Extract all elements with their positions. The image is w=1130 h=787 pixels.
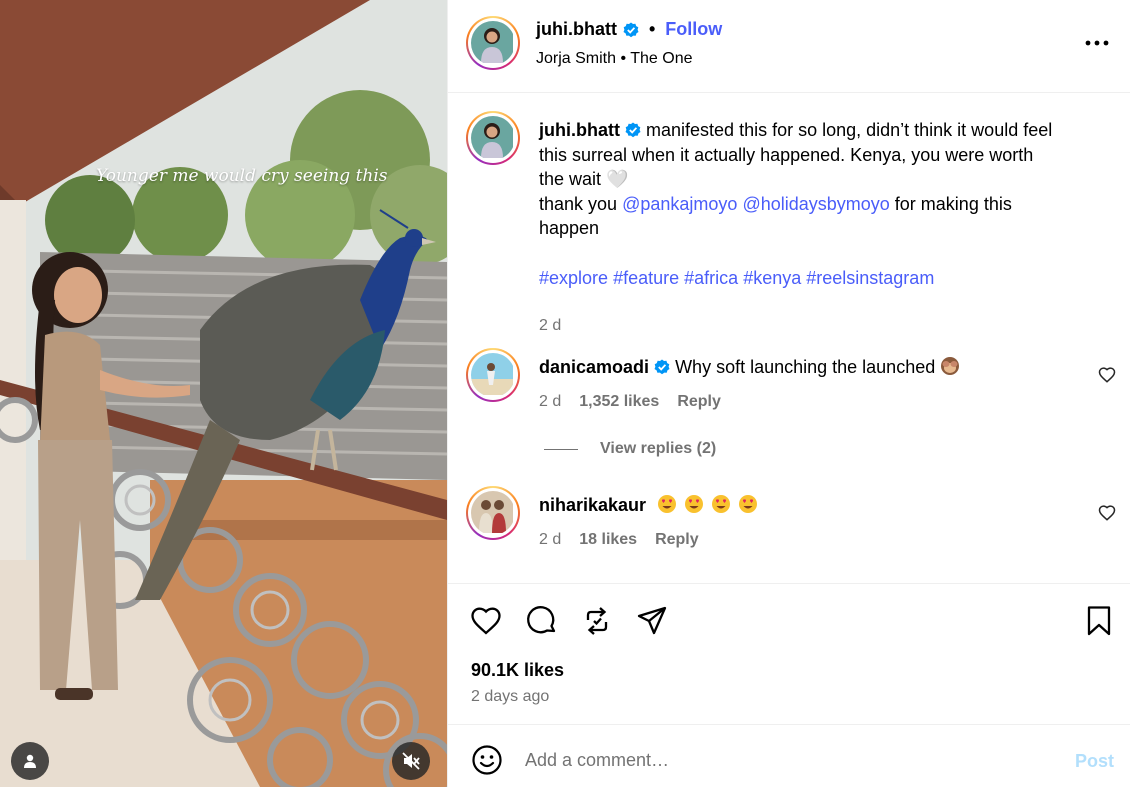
tagged-users-button[interactable]	[11, 742, 49, 780]
mention-link[interactable]: @pankajmoyo	[622, 194, 737, 214]
white-heart-emoji: 🤍	[606, 169, 629, 190]
paper-plane-icon[interactable]	[635, 604, 669, 638]
repost-icon[interactable]	[580, 604, 614, 638]
comment-likes[interactable]: 18 likes	[579, 531, 637, 549]
reel-video[interactable]: Younger me would cry seeing this	[0, 0, 447, 787]
post-header: juhi.bhatt • Follow Jorja Smith • The On…	[448, 0, 1130, 93]
reply-button[interactable]: Reply	[655, 531, 699, 549]
verified-badge-icon	[623, 22, 639, 37]
post-details-panel: juhi.bhatt • Follow Jorja Smith • The On…	[447, 0, 1130, 787]
user-tag-icon	[24, 754, 36, 768]
caption-thanks: thank you	[539, 193, 618, 214]
post-comment-button[interactable]: Post	[1075, 751, 1114, 772]
comments-list[interactable]: juhi.bhatt manifested this for so long, …	[448, 94, 1130, 582]
mention-link[interactable]: @holidaysbymoyo	[742, 194, 889, 214]
comment-text: Why soft launching the launched	[675, 357, 936, 377]
emoji-picker-icon[interactable]	[471, 744, 503, 776]
more-options-icon[interactable]	[1084, 34, 1110, 52]
bookmark-icon[interactable]	[1082, 604, 1116, 638]
heart-eyes-face-icon	[658, 495, 677, 513]
post-timestamp[interactable]: 2 days ago	[471, 688, 549, 706]
commenter-avatar[interactable]	[466, 348, 520, 402]
likes-count[interactable]: 90.1K likes	[471, 660, 564, 681]
heart-icon[interactable]	[469, 604, 503, 638]
like-comment-heart-icon[interactable]	[1098, 366, 1116, 384]
heart-eyes-face-icon	[712, 495, 731, 513]
caption-author-avatar[interactable]	[466, 111, 520, 165]
verified-badge-icon	[654, 359, 670, 375]
comment-input[interactable]	[525, 746, 1065, 774]
comment-likes[interactable]: 1,352 likes	[579, 393, 659, 411]
audio-title[interactable]: The One	[630, 50, 692, 67]
commenter-username[interactable]: niharikakaur	[539, 495, 646, 515]
comment-bubble-icon[interactable]	[525, 604, 559, 638]
hashtag-link[interactable]: #africa	[684, 268, 738, 288]
heart-eyes-face-icon	[739, 495, 758, 513]
hashtag-link[interactable]: #reelsinstagram	[806, 268, 934, 288]
comment-composer: Post	[448, 726, 1130, 787]
reel-video-frame	[0, 0, 447, 787]
caption-username[interactable]: juhi.bhatt	[539, 120, 620, 140]
speaker-muted-icon	[402, 752, 420, 770]
caption-time[interactable]: 2 d	[539, 317, 561, 335]
audio-info[interactable]: Jorja Smith • The One	[536, 50, 693, 68]
verified-badge-icon	[625, 122, 641, 138]
author-username[interactable]: juhi.bhatt	[536, 19, 617, 40]
audio-separator: •	[620, 50, 627, 67]
see-no-evil-monkey-icon	[941, 357, 960, 375]
follow-button[interactable]: Follow	[665, 19, 722, 40]
hashtag-link[interactable]: #explore	[539, 268, 608, 288]
view-replies-button[interactable]: View replies (2)	[544, 440, 716, 458]
video-caption-overlay: Younger me would cry seeing this	[96, 166, 388, 186]
mute-toggle-button[interactable]	[392, 742, 430, 780]
heart-eyes-face-icon	[685, 495, 704, 513]
audio-artist[interactable]: Jorja Smith	[536, 50, 616, 67]
commenter-username[interactable]: danicamoadi	[539, 357, 649, 377]
hashtag-link[interactable]: #feature	[613, 268, 679, 288]
hashtag-link[interactable]: #kenya	[743, 268, 801, 288]
like-comment-heart-icon[interactable]	[1098, 504, 1116, 522]
header-separator: •	[648, 19, 656, 39]
view-replies-line	[544, 448, 578, 450]
commenter-avatar[interactable]	[466, 486, 520, 540]
comment-time[interactable]: 2 d	[539, 393, 561, 411]
comment-emojis	[657, 495, 765, 515]
comment-time[interactable]: 2 d	[539, 531, 561, 549]
author-avatar[interactable]	[466, 16, 520, 70]
view-replies-label[interactable]: View replies (2)	[600, 440, 716, 458]
reply-button[interactable]: Reply	[677, 393, 721, 411]
post-actions: 90.1K likes 2 days ago	[448, 583, 1130, 725]
